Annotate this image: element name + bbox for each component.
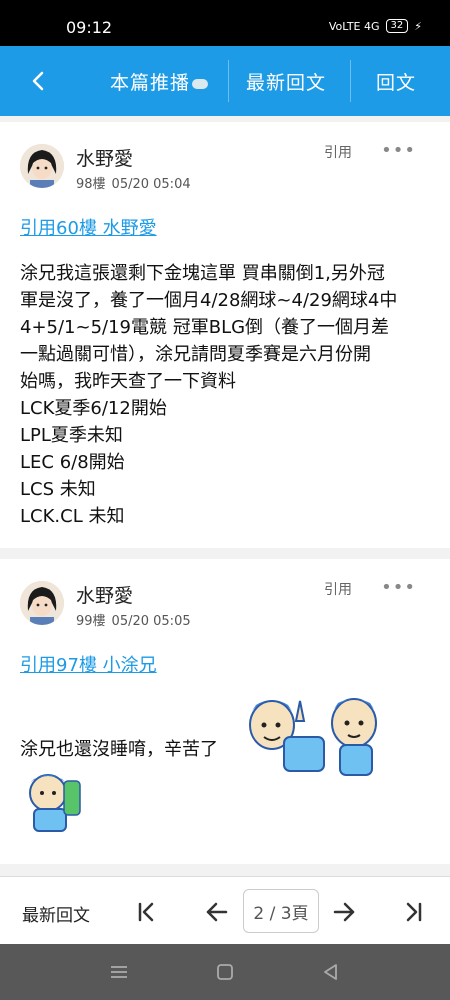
tab-reply[interactable]: 回文 [376,68,416,95]
menu-icon[interactable] [108,962,130,982]
divider [228,60,229,102]
avatar[interactable] [20,144,64,188]
charging-icon: ⚡ [414,19,422,33]
post-list: 水野愛 98樓 05/20 05:04 引用 ••• 引用60樓 水野愛 涂兄我這… [0,116,450,876]
author-name[interactable]: 水野愛 [76,581,133,608]
bottom-bar: 最新回文 2 / 3頁 [0,876,450,944]
floor-number: 98樓 [76,177,106,192]
cite-button[interactable]: 引用 [324,142,352,162]
thumbs-up-sticker-icon [249,698,377,776]
system-nav-bar [0,944,450,1000]
more-options-icon[interactable]: ••• [381,140,416,161]
battery-icon: 32 [385,19,409,33]
post-meta: 98樓 05/20 05:04 [76,173,191,192]
avatar[interactable] [20,581,64,625]
quote-link[interactable]: 引用60樓 水野愛 [20,214,157,240]
latest-reply-button[interactable]: 最新回文 [22,901,90,926]
more-options-icon[interactable]: ••• [381,577,416,598]
floor-number: 99樓 [76,614,106,629]
page-indicator[interactable]: 2 / 3頁 [243,889,319,933]
network-indicator: VoLTE 4G [328,19,380,33]
post-time: 05/20 05:05 [111,614,191,629]
post-98: 水野愛 98樓 05/20 05:04 引用 ••• 引用60樓 水野愛 涂兄我這… [0,122,450,548]
cite-button[interactable]: 引用 [324,579,352,599]
post-time: 05/20 05:04 [111,177,191,192]
post-meta: 99樓 05/20 05:05 [76,610,191,629]
prev-page-icon[interactable] [200,895,234,929]
status-icons: VoLTE 4G 32 ⚡ [329,19,422,33]
top-bar: 本篇推播 最新回文 回文 [0,46,450,116]
tab-latest-reply[interactable]: 最新回文 [246,68,326,95]
cheer-sticker-icon [29,774,81,832]
first-page-icon[interactable] [130,895,164,929]
post-body: 涂兄也還沒睡唷，辛苦了 [20,739,218,760]
status-time: 09:12 [66,18,113,37]
tab-recommend[interactable]: 本篇推播 [110,68,209,95]
post-body: 涂兄我這張還剩下金塊這單 買串關倒1,另外冠 軍是沒了，養了一個月4/28網球~… [20,263,398,527]
quote-link[interactable]: 引用97樓 小涂兄 [20,651,157,677]
tab-recommend-label: 本篇推播 [110,72,191,94]
last-page-icon[interactable] [396,895,430,929]
author-name[interactable]: 水野愛 [76,144,133,171]
divider [350,60,351,102]
back-arrow-icon[interactable] [24,66,54,96]
home-icon[interactable] [214,962,236,982]
status-bar: 09:12 VoLTE 4G 32 ⚡ [0,0,450,46]
next-page-icon[interactable] [327,895,361,929]
toggle-dot-icon [192,78,209,89]
back-icon[interactable] [320,962,342,982]
post-99: 水野愛 99樓 05/20 05:05 引用 ••• 引用97樓 小涂兄 涂兄也還… [0,559,450,864]
